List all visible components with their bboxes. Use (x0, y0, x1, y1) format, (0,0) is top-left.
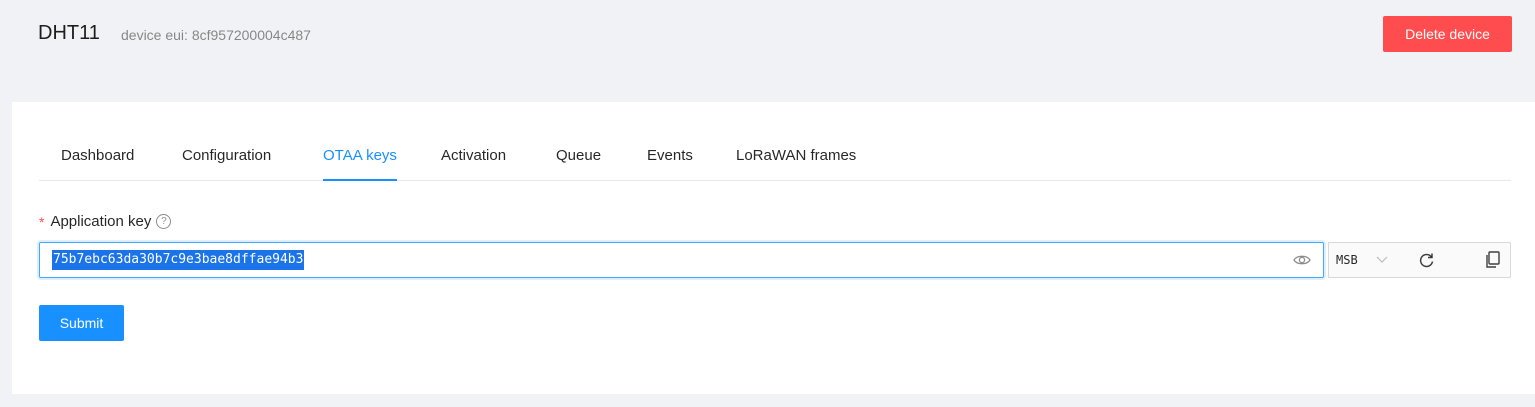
tab-activation[interactable]: Activation (441, 147, 506, 164)
active-tab-indicator (323, 179, 397, 181)
question-circle-icon[interactable]: ? (156, 214, 172, 229)
required-mark: * (39, 213, 45, 230)
page-title: DHT11 (38, 22, 100, 44)
tab-bar: Dashboard Configuration OTAA keys Activa… (39, 137, 1511, 181)
application-key-label-text: Application key (50, 213, 152, 230)
eye-icon[interactable] (1293, 252, 1311, 268)
content-card: Dashboard Configuration OTAA keys Activa… (12, 102, 1535, 394)
refresh-icon[interactable] (1418, 252, 1435, 269)
application-key-label: * Application key ? (39, 213, 172, 230)
submit-button[interactable]: Submit (39, 305, 124, 341)
tab-lorawan-frames[interactable]: LoRaWAN frames (736, 147, 856, 164)
copy-icon[interactable] (1485, 251, 1500, 269)
byte-order-select[interactable]: MSB (1336, 253, 1358, 267)
chevron-down-icon[interactable] (1376, 253, 1388, 265)
tab-dashboard[interactable]: Dashboard (61, 147, 134, 164)
key-addon-group: MSB (1328, 242, 1511, 278)
page-header: DHT11 device eui: 8cf957200004c487 Delet… (0, 0, 1535, 102)
tab-queue[interactable]: Queue (556, 147, 601, 164)
application-key-input[interactable]: 75b7ebc63da30b7c9e3bae8dffae94b3 (39, 242, 1324, 278)
delete-device-button[interactable]: Delete device (1383, 16, 1512, 52)
application-key-value[interactable]: 75b7ebc63da30b7c9e3bae8dffae94b3 (52, 250, 305, 270)
tab-events[interactable]: Events (647, 147, 693, 164)
device-eui-subtitle: device eui: 8cf957200004c487 (121, 27, 311, 43)
tab-otaa-keys[interactable]: OTAA keys (323, 147, 397, 164)
tab-configuration[interactable]: Configuration (182, 147, 271, 164)
